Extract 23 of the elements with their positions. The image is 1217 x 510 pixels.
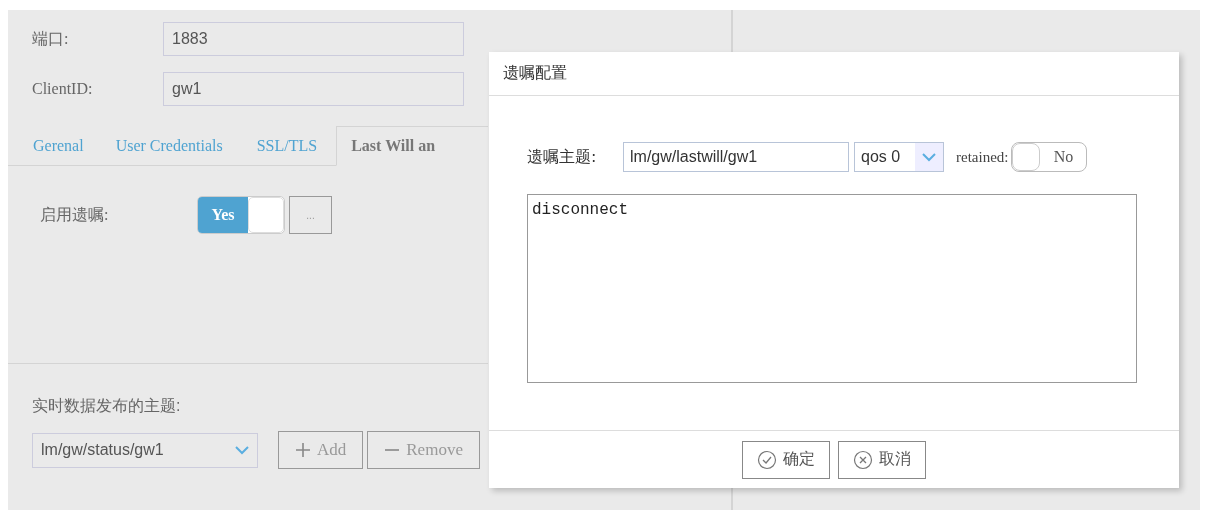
- qos-dropdown[interactable]: qos 0: [854, 142, 944, 172]
- field-label: 遗嘱主题:: [527, 146, 598, 168]
- check-circle-icon: [757, 449, 777, 470]
- retained-label: retained:: [956, 148, 1009, 166]
- toggle-switch[interactable]: No: [1011, 142, 1088, 172]
- input-field[interactable]: gw1: [163, 72, 464, 106]
- message-textarea[interactable]: disconnect: [527, 194, 1137, 383]
- chevron-down-icon: [235, 445, 249, 455]
- plus-icon: [295, 442, 311, 458]
- dialog-title: 遗嘱配置: [503, 63, 567, 84]
- field-label: ClientID:: [31, 80, 94, 98]
- topic-field[interactable]: lm/gw/lastwill/gw1: [623, 142, 849, 172]
- cancel-button[interactable]: 取消: [838, 440, 926, 479]
- chevron-down-icon: [922, 152, 936, 162]
- confirm-button[interactable]: 确定: [742, 440, 830, 479]
- minus-icon: [384, 449, 401, 451]
- input-field[interactable]: 1883: [163, 22, 464, 56]
- tab[interactable]: Last Will an: [336, 126, 488, 166]
- topic-dropdown[interactable]: lm/gw/status/gw1: [32, 432, 258, 468]
- field-label: 启用遗嘱:: [39, 204, 110, 225]
- close-circle-icon: [853, 449, 873, 470]
- field-label: 端口:: [31, 28, 70, 49]
- section-label: 实时数据发布的主题:: [32, 396, 182, 416]
